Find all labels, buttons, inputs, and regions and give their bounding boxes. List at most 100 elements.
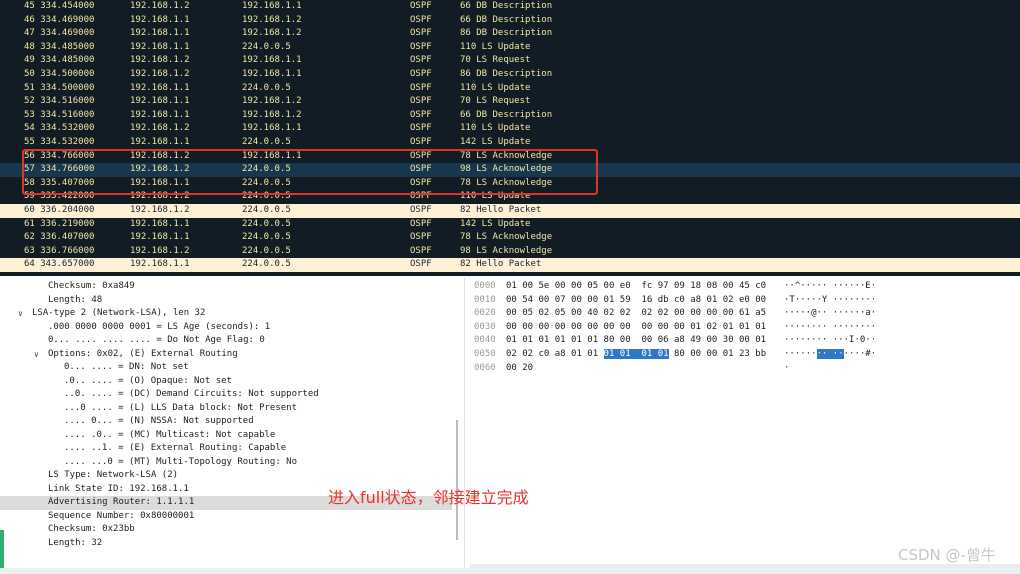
packet-row[interactable]: 50 334.500000 192.168.1.2 192.168.1.1 OSPF 8… — [0, 68, 1020, 82]
packet-no-time: 49 334.485000 — [24, 55, 95, 66]
packet-row[interactable]: 55 334.532000 192.168.1.1 224.0.0.5 OSPF 142… — [0, 136, 1020, 150]
tree-node[interactable]: ..0. .... = (DC) Demand Circuits: Not su… — [0, 388, 452, 402]
packet-no-time: 45 334.454000 — [24, 1, 95, 11]
tree-node-label: .... 0... = (N) NSSA: Not supported — [64, 416, 254, 426]
tree-node[interactable]: .... ..1. = (E) External Routing: Capabl… — [0, 442, 452, 456]
ascii-bytes[interactable]: ·····@·· ······a· — [784, 307, 876, 321]
packet-row[interactable]: 60 336.204000 192.168.1.2 224.0.0.5 OSPF 82 … — [0, 204, 1020, 218]
hex-row[interactable]: 0030 00 00 00 00 00 00 00 00 00 00 00 01 … — [466, 321, 1020, 335]
packet-row[interactable]: 53 334.516000 192.168.1.1 192.168.1.2 OSPF 6… — [0, 109, 1020, 123]
expand-chevron-icon[interactable]: ∨ — [18, 307, 23, 321]
tree-node[interactable]: ...0 .... = (L) LLS Data block: Not Pres… — [0, 402, 452, 416]
hex-row[interactable]: 0000 01 00 5e 00 00 05 00 e0 fc 97 09 18 … — [466, 280, 1020, 294]
hex-bytes[interactable]: 01 00 5e 00 00 05 00 e0 fc 97 09 18 08 0… — [506, 280, 766, 294]
ascii-segment: ······ — [784, 349, 817, 359]
hex-bytes-highlighted: 01 01 01 01 — [603, 349, 669, 359]
packet-no-time: 64 343.657000 — [24, 259, 95, 270]
details-scrollbar[interactable] — [456, 420, 458, 540]
packet-row[interactable]: 52 334.516000 192.168.1.1 192.168.1.2 OSPF 7… — [0, 95, 1020, 109]
tree-node-label: .0.. .... = (O) Opaque: Not set — [64, 375, 232, 386]
packet-source: 192.168.1.1 — [130, 232, 190, 243]
hex-row[interactable]: 0010 00 54 00 07 00 00 01 59 16 db c0 a8 … — [466, 294, 1020, 308]
tree-node[interactable]: Sequence Number: 0x80000001 — [0, 510, 452, 524]
tree-node[interactable]: .... .0.. = (MC) Multicast: Not capable — [0, 429, 452, 443]
packet-row[interactable]: 62 336.407000 192.168.1.1 224.0.0.5 OSPF 78 … — [0, 231, 1020, 245]
packet-protocol: OSPF — [410, 82, 432, 93]
tree-node[interactable]: 0... .... = DN: Not set — [0, 361, 452, 375]
packet-source: 192.168.1.2 — [130, 55, 190, 66]
packet-bytes-pane[interactable]: 0000 01 00 5e 00 00 05 00 e0 fc 97 09 18 … — [466, 278, 1020, 574]
hex-offset: 0030 — [474, 321, 496, 332]
tree-node-expandable[interactable]: ∨ LSA-type 2 (Network-LSA), len 32 — [0, 307, 452, 321]
packet-details-pane[interactable]: Checksum: 0xa849 Length: 48 ∨ LSA-type 2 (N… — [0, 278, 465, 574]
tree-node-label: LS Type: Network-LSA (2) — [48, 470, 179, 480]
packet-source: 192.168.1.2 — [130, 1, 190, 11]
hex-bytes[interactable]: 01 01 01 01 01 01 80 00 00 06 a8 49 00 3… — [506, 334, 766, 348]
hex-bytes-segment: 02 02 c0 a8 01 01 — [506, 349, 604, 359]
hex-row[interactable]: 0050 02 02 c0 a8 01 01 01 01 01 01 80 00 … — [466, 348, 1020, 362]
ascii-bytes[interactable]: ········ ···I·0·· — [784, 334, 876, 348]
packet-source: 192.168.1.2 — [130, 205, 190, 215]
tree-node[interactable]: .... ...0 = (MT) Multi-Topology Routing:… — [0, 456, 452, 470]
packet-no-time: 60 336.204000 — [24, 205, 95, 215]
packet-protocol: OSPF — [410, 137, 432, 147]
tree-node-label: ...0 .... = (L) LLS Data block: Not Pres… — [64, 402, 297, 413]
packet-protocol: OSPF — [410, 123, 432, 134]
packet-info: 86 DB Description — [460, 69, 553, 79]
tree-node-label: Checksum: 0xa849 — [48, 281, 135, 291]
ascii-bytes[interactable]: ··^····· ······E· — [784, 280, 876, 294]
ascii-bytes[interactable]: ········ ······#· — [784, 348, 876, 362]
ascii-bytes[interactable]: ·T·····Y ········ — [784, 294, 876, 308]
tree-node[interactable]: Checksum: 0x23bb — [0, 523, 452, 537]
packet-source: 192.168.1.1 — [130, 109, 190, 120]
packet-info: 142 LS Update — [460, 137, 531, 147]
tree-node[interactable]: .000 0000 0000 0001 = LS Age (seconds): … — [0, 321, 452, 335]
tree-node-label: 0... .... .... .... = Do Not Age Flag: 0 — [48, 335, 265, 345]
ascii-bytes[interactable]: ········ ········ — [784, 321, 876, 335]
hex-row[interactable]: 0040 01 01 01 01 01 01 80 00 00 06 a8 49 … — [466, 334, 1020, 348]
expand-chevron-icon[interactable]: ∨ — [34, 348, 39, 362]
packet-source: 192.168.1.1 — [130, 14, 190, 25]
ascii-segment: ········ ···I·0·· — [784, 335, 877, 346]
packet-row[interactable]: 48 334.485000 192.168.1.1 224.0.0.5 OSPF 110… — [0, 41, 1020, 55]
packet-row[interactable]: 54 334.532000 192.168.1.2 192.168.1.1 OSPF 1… — [0, 122, 1020, 136]
packet-row[interactable]: 61 336.219000 192.168.1.1 224.0.0.5 OSPF 142… — [0, 218, 1020, 232]
hex-offset: 0010 — [474, 294, 496, 305]
packet-protocol: OSPF — [410, 28, 432, 39]
tree-node[interactable]: .... 0... = (N) NSSA: Not supported — [0, 415, 452, 429]
hex-row[interactable]: 0060 00 20 · — [466, 362, 1020, 376]
packet-row[interactable]: 49 334.485000 192.168.1.2 192.168.1.1 OSPF 7… — [0, 54, 1020, 68]
tree-node[interactable]: Length: 32 — [0, 537, 452, 551]
tree-node[interactable]: Length: 48 — [0, 294, 452, 308]
packet-list[interactable]: 45 334.454000 192.168.1.2 192.168.1.1 OSPF 6… — [0, 0, 1020, 276]
tree-node[interactable]: LS Type: Network-LSA (2) — [0, 469, 452, 483]
tree-node[interactable]: .0.. .... = (O) Opaque: Not set — [0, 375, 452, 389]
packet-row[interactable]: 64 343.657000 192.168.1.1 224.0.0.5 OSPF 82 … — [0, 258, 1020, 272]
packet-destination: 192.168.1.1 — [242, 123, 302, 134]
ascii-highlighted: ·· ·· — [816, 349, 844, 359]
tree-node-expandable[interactable]: ∨ Options: 0x02, (E) External Routing — [0, 348, 452, 362]
hex-bytes[interactable]: 00 05 02 05 00 40 02 02 02 02 00 00 00 0… — [506, 307, 766, 321]
packet-source: 192.168.1.2 — [130, 123, 190, 134]
packet-row[interactable]: 63 336.766000 192.168.1.2 224.0.0.5 OSPF 98 … — [0, 245, 1020, 259]
packet-info: 78 LS Acknowledge — [460, 232, 553, 243]
ascii-bytes[interactable]: · — [784, 362, 789, 376]
hex-bytes[interactable]: 00 20 — [506, 362, 533, 376]
packet-info: 70 LS Request — [460, 96, 531, 107]
packet-row[interactable]: 45 334.454000 192.168.1.2 192.168.1.1 OSPF 6… — [0, 0, 1020, 14]
hex-bytes-segment: 00 00 00 00 00 00 00 00 00 00 00 01 02 0… — [506, 321, 767, 332]
hex-bytes[interactable]: 00 00 00 00 00 00 00 00 00 00 00 01 02 0… — [506, 321, 766, 335]
hex-bytes[interactable]: 00 54 00 07 00 00 01 59 16 db c0 a8 01 0… — [506, 294, 766, 308]
packet-destination: 224.0.0.5 — [242, 218, 291, 229]
hex-row[interactable]: 0020 00 05 02 05 00 40 02 02 02 02 00 00 … — [466, 307, 1020, 321]
packet-info: 110 LS Update — [460, 41, 531, 52]
packet-destination: 192.168.1.2 — [242, 28, 302, 39]
tree-node[interactable]: Checksum: 0xa849 — [0, 280, 452, 294]
hex-bytes-segment: 00 05 02 05 00 40 02 02 02 02 00 00 00 0… — [506, 308, 767, 319]
packet-row[interactable]: 46 334.469000 192.168.1.1 192.168.1.2 OSPF 6… — [0, 14, 1020, 28]
ascii-segment: ····#· — [843, 349, 877, 359]
tree-node[interactable]: 0... .... .... .... = Do Not Age Flag: 0 — [0, 334, 452, 348]
packet-row[interactable]: 51 334.500000 192.168.1.1 224.0.0.5 OSPF 110… — [0, 82, 1020, 96]
packet-row[interactable]: 47 334.469000 192.168.1.1 192.168.1.2 OSPF 8… — [0, 27, 1020, 41]
hex-bytes[interactable]: 02 02 c0 a8 01 01 01 01 01 01 80 00 00 0… — [506, 348, 766, 362]
